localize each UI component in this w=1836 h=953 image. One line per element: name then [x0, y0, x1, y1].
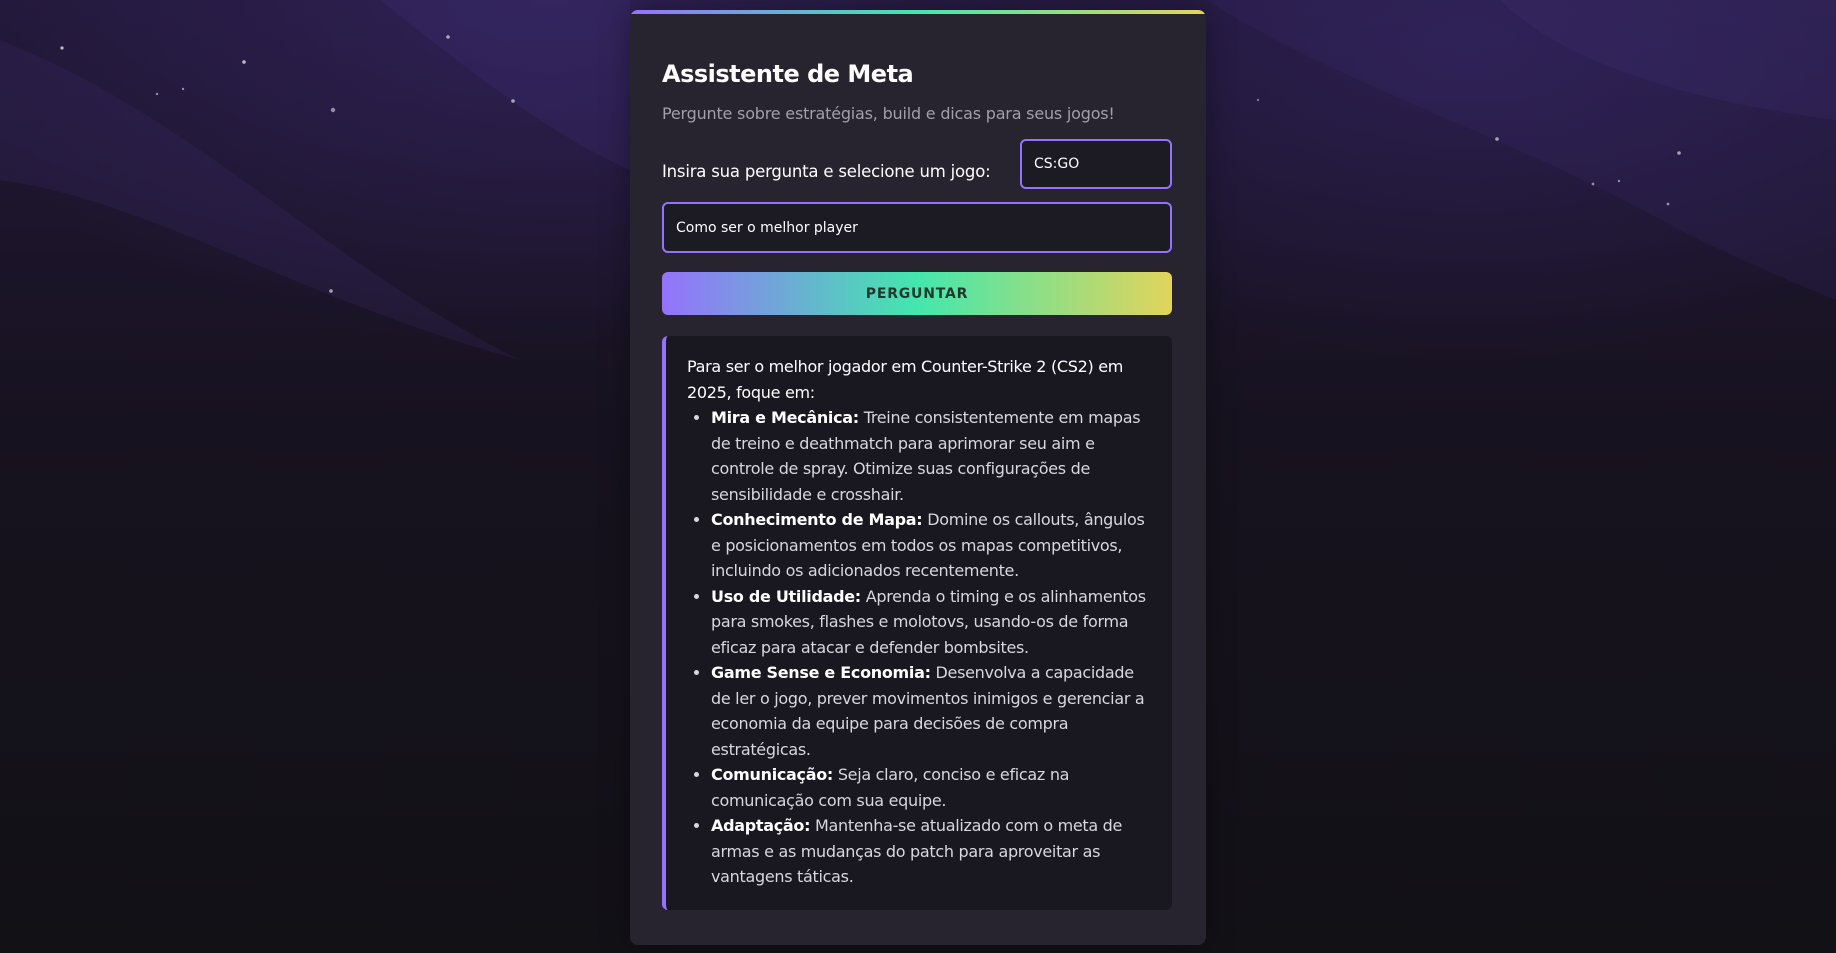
list-item: Mira e Mecânica: Treine consistentemente…	[711, 405, 1152, 507]
ask-button[interactable]: PERGUNTAR	[662, 272, 1172, 315]
page-title: Assistente de Meta	[662, 60, 914, 88]
answer-panel: Para ser o melhor jogador em Counter-Str…	[662, 336, 1172, 910]
game-select-value: CS:GO	[1034, 156, 1080, 172]
background-wave	[1206, 0, 1836, 300]
list-item-title: Comunicação:	[711, 765, 834, 784]
question-input[interactable]	[662, 202, 1172, 253]
game-select[interactable]: CS:GO	[1020, 139, 1172, 189]
answer-intro: Para ser o melhor jogador em Counter-Str…	[687, 357, 1124, 402]
background-wave	[380, 0, 630, 170]
background-wave	[0, 40, 520, 360]
assistant-card: Assistente de Meta Pergunte sobre estrat…	[630, 10, 1206, 945]
list-item: Adaptação: Mantenha-se atualizado com o …	[711, 813, 1152, 890]
list-item: Conhecimento de Mapa: Domine os callouts…	[711, 507, 1152, 584]
list-item-title: Uso de Utilidade:	[711, 586, 861, 606]
background-wave	[1500, 0, 1836, 120]
list-item-title: Conhecimento de Mapa:	[711, 510, 923, 529]
list-item: Game Sense e Economia: Desenvolva a capa…	[711, 660, 1152, 762]
page-subtitle: Pergunte sobre estratégias, build e dica…	[662, 104, 1115, 123]
prompt-label: Insira sua pergunta e selecione um jogo:	[662, 162, 991, 181]
list-item-title: Mira e Mecânica:	[711, 408, 859, 427]
list-item: Uso de Utilidade: Aprenda o timing e os …	[711, 584, 1152, 661]
gradient-top-bar	[630, 10, 1206, 14]
list-item-title: Game Sense e Economia:	[711, 663, 931, 682]
list-item-title: Adaptação:	[711, 816, 811, 835]
answer-list: Mira e Mecânica: Treine consistentemente…	[687, 405, 1152, 890]
list-item: Comunicação: Seja claro, conciso e efica…	[711, 762, 1152, 813]
